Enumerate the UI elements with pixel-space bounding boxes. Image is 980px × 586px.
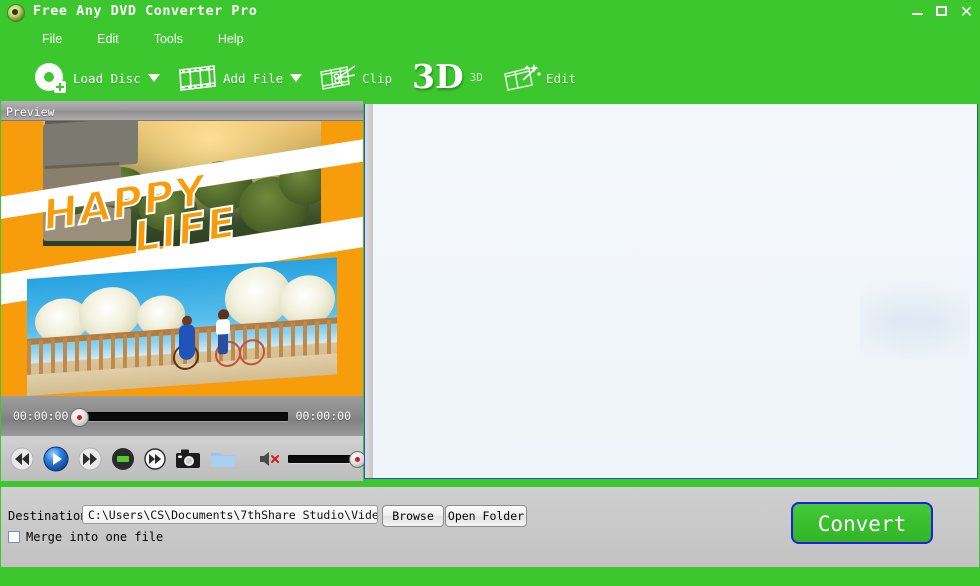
main-toolbar: Load Disc Add File Clip 3D 3D Edit	[0, 54, 980, 141]
application-window: Free Any DVD Converter Pro ✕ File Edit T…	[0, 0, 980, 586]
edit-label: Edit	[546, 70, 577, 86]
title-bar: Free Any DVD Converter Pro ✕	[0, 0, 980, 26]
browse-button[interactable]: Browse	[382, 505, 444, 527]
app-logo-icon	[8, 5, 24, 21]
illustration-person-girl	[179, 315, 195, 361]
seek-slider-handle[interactable]	[70, 407, 90, 427]
magic-wand-icon	[501, 62, 541, 94]
seek-bar-row: 00:00:00 00:00:00	[1, 396, 363, 436]
previous-button[interactable]	[10, 447, 34, 471]
load-disc-caret-icon[interactable]	[147, 74, 160, 82]
file-list-scrollbar[interactable]	[365, 104, 373, 478]
current-time-label: 00:00:00	[13, 409, 69, 423]
snapshot-button[interactable]	[175, 448, 201, 470]
add-file-label: Add File	[223, 70, 284, 86]
film-strip-icon	[176, 62, 218, 94]
destination-input[interactable]: C:\Users\CS\Documents\7thShare Studio\Vi…	[82, 505, 378, 524]
volume-control[interactable]	[258, 449, 366, 469]
add-file-caret-icon[interactable]	[290, 74, 303, 82]
menu-bar: File Edit Tools Help	[0, 28, 980, 50]
close-button[interactable]: ✕	[959, 4, 974, 20]
three-d-glyph: 3D	[412, 57, 464, 96]
seek-slider[interactable]	[70, 407, 288, 427]
scissors-film-icon	[317, 62, 357, 94]
open-folder-button[interactable]: Open Folder	[445, 505, 527, 527]
playback-controls-row	[1, 436, 366, 481]
stop-button[interactable]	[111, 447, 135, 471]
convert-button[interactable]: Convert	[791, 502, 933, 544]
window-title: Free Any DVD Converter Pro	[33, 3, 258, 19]
background-watermark	[860, 279, 970, 374]
merge-checkbox[interactable]	[8, 531, 20, 543]
fast-forward-button[interactable]	[78, 447, 102, 471]
preview-panel: Preview HAPPY LIFE 00:00:00 00:00:00	[1, 101, 366, 481]
menu-item-help[interactable]: Help	[218, 32, 244, 46]
clip-button[interactable]: Clip	[317, 58, 392, 98]
poster-illustration	[27, 257, 337, 396]
menu-item-edit[interactable]: Edit	[97, 32, 119, 46]
menu-item-file[interactable]: File	[42, 32, 62, 46]
volume-slider[interactable]	[288, 450, 366, 468]
preview-panel-header: Preview	[1, 101, 363, 121]
merge-into-one-file-row[interactable]: Merge into one file	[8, 530, 163, 544]
preview-panel-title: Preview	[6, 105, 55, 119]
video-preview-area[interactable]: HAPPY LIFE	[1, 121, 363, 396]
add-file-button[interactable]: Add File	[176, 58, 303, 98]
open-snapshot-folder-button[interactable]	[210, 448, 236, 470]
merge-label: Merge into one file	[26, 530, 164, 544]
load-disc-button[interactable]: Load Disc	[34, 58, 160, 98]
minimize-button[interactable]	[911, 4, 926, 19]
illustration-person-boy	[215, 308, 231, 355]
disc-add-icon	[34, 61, 68, 95]
file-list-panel[interactable]	[364, 104, 978, 479]
speaker-muted-icon[interactable]	[258, 449, 282, 469]
clip-label: Clip	[362, 70, 393, 86]
total-time-label: 00:00:00	[295, 409, 351, 423]
load-disc-label: Load Disc	[73, 70, 141, 86]
poster-image: HAPPY LIFE	[1, 121, 363, 396]
three-d-button[interactable]: 3D 3D	[412, 57, 483, 97]
three-d-label: 3D	[469, 70, 483, 84]
play-button[interactable]	[43, 446, 69, 472]
window-controls: ✕	[911, 4, 974, 20]
menu-item-tools[interactable]: Tools	[154, 32, 183, 46]
next-frame-button[interactable]	[144, 447, 166, 470]
edit-button[interactable]: Edit	[501, 58, 576, 98]
maximize-button[interactable]	[935, 4, 950, 19]
